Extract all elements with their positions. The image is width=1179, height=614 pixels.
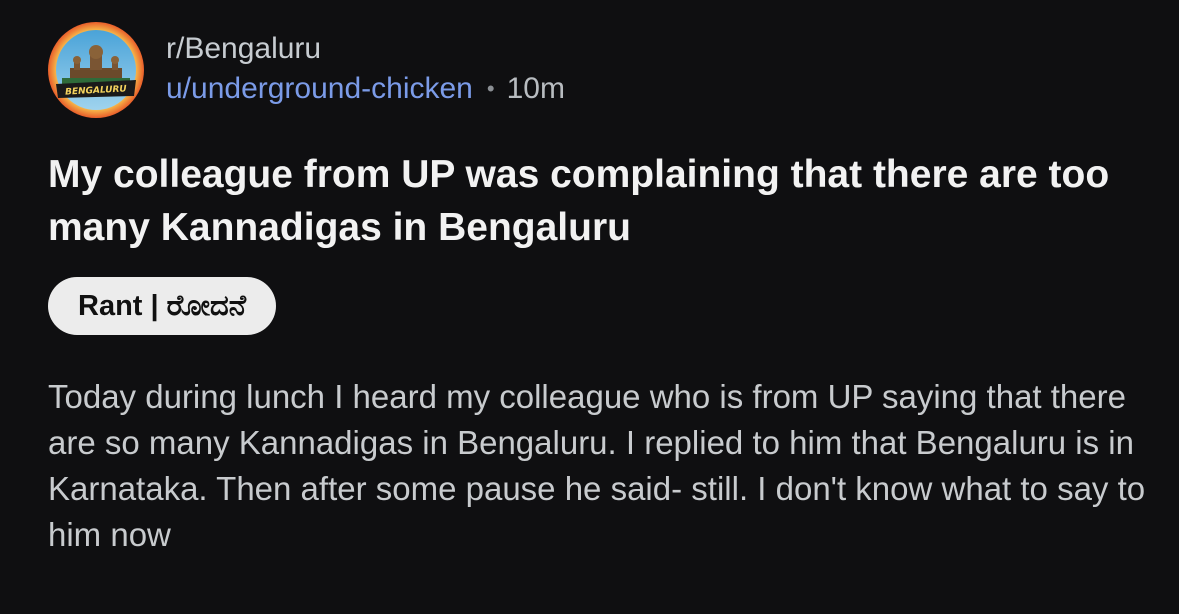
author-username[interactable]: u/underground-chicken: [166, 69, 473, 109]
separator-dot: •: [486, 76, 495, 101]
post-card: BENGALURU r/Bengaluru u/underground-chic…: [0, 0, 1179, 614]
post-meta: r/Bengaluru u/underground-chicken • 10m: [166, 31, 565, 109]
subreddit-name[interactable]: r/Bengaluru: [166, 31, 565, 67]
subreddit-avatar-icon: BENGALURU: [48, 22, 144, 118]
post-title[interactable]: My colleague from UP was complaining tha…: [48, 148, 1148, 254]
post-body: Today during lunch I heard my colleague …: [48, 378, 1146, 553]
post-flair[interactable]: Rant | ರೋದನೆ: [48, 277, 277, 335]
post-header: BENGALURU r/Bengaluru u/underground-chic…: [48, 22, 565, 118]
byline: u/underground-chicken • 10m: [166, 69, 565, 109]
subreddit-avatar[interactable]: BENGALURU: [48, 22, 144, 118]
post-timestamp: 10m: [506, 72, 565, 105]
